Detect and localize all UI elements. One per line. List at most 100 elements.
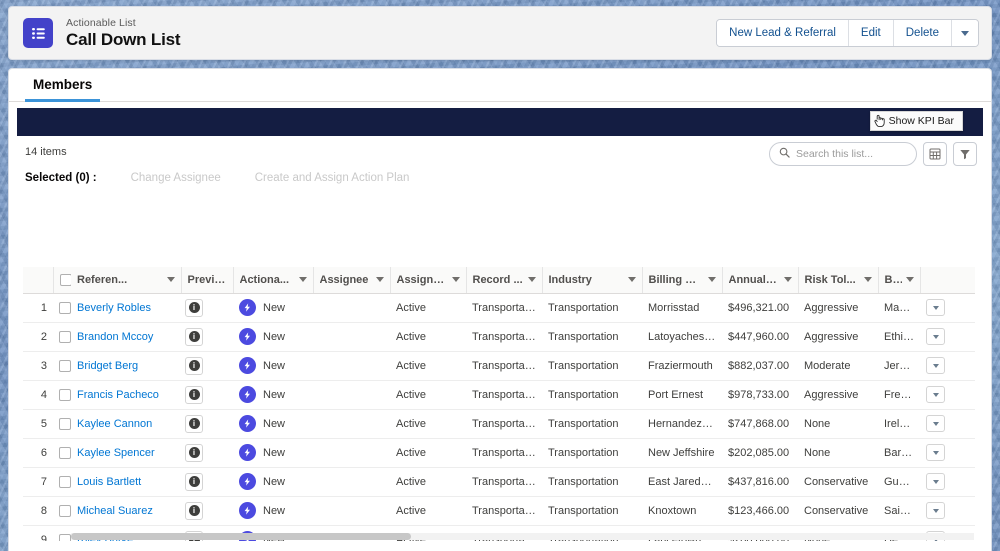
preview-cell[interactable]: i: [181, 322, 233, 352]
preview-info-button[interactable]: i: [185, 385, 203, 404]
reference-name-cell[interactable]: Louis Bartlett: [71, 467, 181, 497]
row-action-menu-button[interactable]: [926, 299, 945, 316]
more-actions-button[interactable]: [952, 20, 978, 46]
row-select-cell[interactable]: [53, 380, 71, 410]
reference-name-cell[interactable]: Kaylee Spencer: [71, 438, 181, 468]
assignee-cell[interactable]: [313, 322, 390, 352]
preview-info-button[interactable]: i: [185, 443, 203, 462]
chevron-down-icon[interactable]: [783, 277, 792, 283]
preview-info-button[interactable]: i: [185, 327, 203, 346]
row-actions-cell[interactable]: [920, 380, 975, 410]
reference-name-cell[interactable]: Francis Pacheco: [71, 380, 181, 410]
column-header-reference-name[interactable]: Referen...: [71, 267, 182, 294]
row-checkbox[interactable]: [59, 301, 71, 314]
column-header-industry[interactable]: Industry: [542, 267, 643, 294]
horizontal-scrollbar[interactable]: [71, 533, 974, 540]
select-all-header[interactable]: [53, 267, 72, 294]
table-row[interactable]: 1 Beverly Robles i New Active Transportation T…: [23, 293, 975, 323]
row-checkbox[interactable]: [59, 330, 71, 343]
column-header-preview[interactable]: Preview...: [181, 267, 234, 294]
reference-name-cell[interactable]: Micheal Suarez: [71, 496, 181, 526]
edit-button[interactable]: Edit: [848, 20, 894, 46]
row-checkbox[interactable]: [59, 504, 71, 517]
row-action-menu-button[interactable]: [926, 357, 945, 374]
assignee-cell[interactable]: [313, 351, 390, 381]
reference-name-cell[interactable]: Kaylee Cannon: [71, 409, 181, 439]
row-action-menu-button[interactable]: [926, 473, 945, 490]
row-checkbox[interactable]: [59, 446, 71, 459]
search-box[interactable]: [769, 142, 917, 166]
column-header-actionable-status[interactable]: Actiona...: [233, 267, 314, 294]
table-row[interactable]: 5 Kaylee Cannon i New Active Transportation Tr…: [23, 409, 975, 439]
reference-name-link[interactable]: Beverly Robles: [77, 302, 151, 314]
column-header-assignment-status[interactable]: Assignm...: [390, 267, 467, 294]
preview-info-button[interactable]: i: [185, 501, 203, 520]
reference-name-link[interactable]: Bridget Berg: [77, 360, 138, 372]
reference-name-link[interactable]: Kaylee Cannon: [77, 418, 152, 430]
table-row[interactable]: 3 Bridget Berg i New Active Transportation Tra…: [23, 351, 975, 381]
select-all-checkbox[interactable]: [59, 273, 72, 286]
chevron-down-icon[interactable]: [527, 277, 536, 283]
preview-cell[interactable]: i: [181, 467, 233, 497]
chevron-down-icon[interactable]: [451, 277, 460, 283]
row-checkbox[interactable]: [59, 359, 71, 372]
chevron-down-icon[interactable]: [707, 277, 716, 283]
chevron-down-icon[interactable]: [627, 277, 636, 283]
row-action-menu-button[interactable]: [926, 444, 945, 461]
preview-info-button[interactable]: i: [185, 414, 203, 433]
preview-cell[interactable]: i: [181, 293, 233, 323]
search-input[interactable]: [796, 148, 907, 160]
chevron-down-icon[interactable]: [863, 277, 872, 283]
reference-name-cell[interactable]: Brandon Mccoy: [71, 322, 181, 352]
row-action-menu-button[interactable]: [926, 328, 945, 345]
create-assign-action-plan-action[interactable]: Create and Assign Action Plan: [255, 172, 410, 184]
chevron-down-icon[interactable]: [905, 277, 914, 283]
assignee-cell[interactable]: [313, 409, 390, 439]
delete-button[interactable]: Delete: [893, 20, 952, 46]
row-checkbox[interactable]: [59, 475, 71, 488]
chevron-down-icon[interactable]: [166, 277, 175, 283]
row-actions-cell[interactable]: [920, 409, 975, 439]
assignee-cell[interactable]: [313, 467, 390, 497]
table-row[interactable]: 2 Brandon Mccoy i New Active Transportation Tr…: [23, 322, 975, 352]
row-select-cell[interactable]: [53, 351, 71, 381]
reference-name-link[interactable]: Micheal Suarez: [77, 505, 153, 517]
row-select-cell[interactable]: [53, 496, 71, 526]
table-grid-icon[interactable]: [923, 142, 947, 166]
reference-name-cell[interactable]: Bridget Berg: [71, 351, 181, 381]
row-actions-cell[interactable]: [920, 293, 975, 323]
row-select-cell[interactable]: [53, 467, 71, 497]
chevron-down-icon[interactable]: [375, 277, 384, 283]
change-assignee-action[interactable]: Change Assignee: [131, 172, 221, 184]
row-checkbox[interactable]: [59, 533, 71, 541]
assignee-cell[interactable]: [313, 380, 390, 410]
preview-info-button[interactable]: i: [185, 298, 203, 317]
table-row[interactable]: 7 Louis Bartlett i New Active Transportation T…: [23, 467, 975, 497]
row-action-menu-button[interactable]: [926, 502, 945, 519]
data-table-container[interactable]: Referen... Preview... Actiona... Assigne…: [23, 267, 983, 541]
row-actions-cell[interactable]: [920, 496, 975, 526]
new-lead-referral-button[interactable]: New Lead & Referral: [717, 20, 849, 46]
reference-name-link[interactable]: Francis Pacheco: [77, 389, 159, 401]
row-select-cell[interactable]: [53, 322, 71, 352]
preview-cell[interactable]: i: [181, 409, 233, 439]
column-header-billing-country[interactable]: Billing C...: [878, 267, 921, 294]
column-header-annual-revenue[interactable]: Annual R...: [722, 267, 799, 294]
chevron-down-icon[interactable]: [298, 277, 307, 283]
preview-info-button[interactable]: i: [185, 472, 203, 491]
column-header-risk-tolerance[interactable]: Risk Tol...: [798, 267, 879, 294]
assignee-cell[interactable]: [313, 438, 390, 468]
preview-cell[interactable]: i: [181, 351, 233, 381]
row-select-cell[interactable]: [53, 293, 71, 323]
reference-name-cell[interactable]: Beverly Robles: [71, 293, 181, 323]
assignee-cell[interactable]: [313, 496, 390, 526]
row-action-menu-button[interactable]: [926, 386, 945, 403]
assignee-cell[interactable]: [313, 293, 390, 323]
row-actions-cell[interactable]: [920, 438, 975, 468]
kpi-bar[interactable]: Show KPI Bar: [17, 108, 983, 136]
preview-cell[interactable]: i: [181, 380, 233, 410]
row-actions-cell[interactable]: [920, 322, 975, 352]
preview-cell[interactable]: i: [181, 438, 233, 468]
reference-name-link[interactable]: Brandon Mccoy: [77, 331, 153, 343]
row-select-cell[interactable]: [53, 438, 71, 468]
